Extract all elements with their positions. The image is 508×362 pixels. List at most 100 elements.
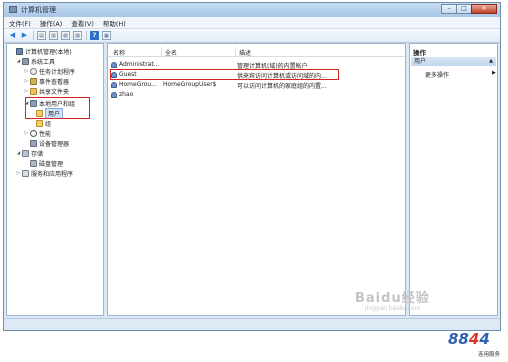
user-row-zhao[interactable]: zhao xyxy=(108,90,405,99)
tree-item-label: 性能 xyxy=(39,131,52,138)
list-header: 名称 全名 描述 xyxy=(108,47,405,57)
column-header-description[interactable]: 描述 xyxy=(239,48,251,57)
toolbar-separator xyxy=(33,31,34,40)
actions-pane: 操作 用户 ▲ 更多操作 ▶ xyxy=(409,43,498,316)
window-controls: – □ ✕ xyxy=(441,4,497,14)
tree-item-label: 磁盘管理 xyxy=(39,161,64,168)
back-arrow-icon[interactable]: ◀ xyxy=(8,31,17,40)
services-icon xyxy=(22,170,29,177)
title-bar[interactable]: 计算机管理 – □ ✕ xyxy=(4,3,500,17)
chevron-right-icon: ▶ xyxy=(492,70,496,76)
help-icon[interactable]: ? xyxy=(90,31,99,40)
console-tree: 计算机管理(本地) ◢ 系统工具 ▷ 任务计划程序 ▷ 事件查看器 ▷ 共享文件… xyxy=(6,43,104,316)
highlight-box xyxy=(110,69,339,80)
highlight-box xyxy=(25,97,90,119)
folder-icon xyxy=(36,120,43,127)
tree-item-label: 系统工具 xyxy=(31,59,56,66)
toolbar-separator xyxy=(86,31,87,40)
export-list-icon[interactable]: ▧ xyxy=(61,31,70,40)
tree-item-label: 存储 xyxy=(31,151,44,158)
tree-item-shared-folders[interactable]: ▷ 共享文件夹 xyxy=(24,87,69,96)
user-icon xyxy=(111,91,117,98)
forward-arrow-icon[interactable]: ▶ xyxy=(20,31,29,40)
more-actions-link[interactable]: 更多操作 ▶ xyxy=(425,70,496,79)
actions-section-users[interactable]: 用户 ▲ xyxy=(411,57,496,66)
more-actions-label: 更多操作 xyxy=(425,72,450,79)
user-icon xyxy=(111,61,117,68)
column-header-fullname[interactable]: 全名 xyxy=(165,48,177,57)
show-hide-tree-icon[interactable]: ▥ xyxy=(49,31,58,40)
storage-icon xyxy=(22,150,29,157)
tree-expander[interactable]: ▷ xyxy=(24,79,29,84)
tree-item-device-manager[interactable]: 设备管理器 xyxy=(30,139,69,148)
clock-icon xyxy=(30,68,37,75)
menu-action[interactable]: 操作(A) xyxy=(40,18,63,28)
tree-item-event-viewer[interactable]: ▷ 事件查看器 xyxy=(24,77,69,86)
tree-item-performance[interactable]: ▷ 性能 xyxy=(24,129,51,138)
performance-icon xyxy=(30,130,37,137)
computer-management-icon xyxy=(9,6,17,13)
up-level-icon[interactable]: ▤ xyxy=(37,31,46,40)
tree-expander[interactable]: ▷ xyxy=(24,69,29,74)
actions-title: 操作 xyxy=(413,49,426,57)
user-name: HomeGrou... xyxy=(119,81,157,88)
minimize-button[interactable]: – xyxy=(441,4,457,14)
logo-digits-tail: 4 xyxy=(479,330,490,348)
tree-expander[interactable]: ▷ xyxy=(24,89,29,94)
maximize-button[interactable]: □ xyxy=(456,4,472,14)
user-name: zhao xyxy=(119,91,134,98)
tree-item-label: 事件查看器 xyxy=(39,79,70,86)
column-separator[interactable] xyxy=(161,47,162,56)
tree-expander[interactable]: ▷ xyxy=(24,131,29,136)
window-title: 计算机管理 xyxy=(21,6,56,14)
tree-expander[interactable]: ▷ xyxy=(16,171,21,176)
user-icon xyxy=(111,81,117,88)
logo-subtitle: 连用服务 xyxy=(478,352,501,358)
tree-item-label: 服务和应用程序 xyxy=(31,171,74,178)
user-name: Administrat... xyxy=(119,61,160,68)
menu-bar: 文件(F) 操作(A) 查看(V) 帮助(H) xyxy=(4,17,500,29)
tree-item-label: 组 xyxy=(45,121,52,128)
properties-icon[interactable]: ▨ xyxy=(73,31,82,40)
tree-item-label: 计算机管理(本地) xyxy=(25,49,72,56)
cell-name: HomeGrou... xyxy=(111,81,161,88)
tree-item-groups[interactable]: 组 xyxy=(36,119,51,128)
watermark-url: jingyan.baidu.com xyxy=(365,305,421,312)
column-header-name[interactable]: 名称 xyxy=(113,48,125,57)
collapse-up-icon[interactable]: ▲ xyxy=(489,57,493,66)
menu-view[interactable]: 查看(V) xyxy=(71,18,94,28)
tree-item-storage[interactable]: ◢ 存储 xyxy=(16,149,43,158)
tree-item-label: 设备管理器 xyxy=(39,141,70,148)
actions-section-label: 用户 xyxy=(414,58,427,65)
user-row-administrator[interactable]: Administrat... 管理计算机(域)的内置帐户 xyxy=(108,60,405,70)
tools-icon xyxy=(22,58,29,65)
user-fullname: HomeGroupUser$ xyxy=(163,81,217,88)
toolbar: ◀ ▶ ▤ ▥ ▧ ▨ ? ▦ xyxy=(4,29,500,43)
tree-item-disk-management[interactable]: 磁盘管理 xyxy=(30,159,63,168)
column-separator[interactable] xyxy=(235,47,236,56)
cell-name: zhao xyxy=(111,91,161,98)
tree-item-label: 共享文件夹 xyxy=(39,89,70,96)
tree-expander[interactable]: ◢ xyxy=(16,59,21,64)
cell-name: Administrat... xyxy=(111,61,161,68)
user-row-homegroup[interactable]: HomeGrou... HomeGroupUser$ 可以访问计算机的家庭组的内… xyxy=(108,80,405,90)
tree-item-task-scheduler[interactable]: ▷ 任务计划程序 xyxy=(24,67,75,76)
close-button[interactable]: ✕ xyxy=(471,4,497,14)
menu-help[interactable]: 帮助(H) xyxy=(103,18,126,28)
tree-item-services-apps[interactable]: ▷ 服务和应用程序 xyxy=(16,169,73,178)
tree-item-computer-management[interactable]: 计算机管理(本地) xyxy=(10,47,72,56)
tree-item-system-tools[interactable]: ◢ 系统工具 xyxy=(16,57,55,66)
computer-icon xyxy=(16,48,23,55)
disk-icon xyxy=(30,160,37,167)
tree-item-label: 任务计划程序 xyxy=(39,69,76,76)
status-bar xyxy=(4,318,500,330)
logo-digits: 88 xyxy=(448,330,469,348)
site-logo: 8844 xyxy=(448,330,490,348)
logo-digits-accent: 4 xyxy=(468,330,480,348)
viewer-icon xyxy=(30,78,37,85)
device-icon xyxy=(30,140,37,147)
action-pane-icon[interactable]: ▦ xyxy=(102,31,111,40)
menu-file[interactable]: 文件(F) xyxy=(9,18,31,28)
tree-expander[interactable]: ◢ xyxy=(16,151,21,156)
baidu-watermark: Baidu经验 xyxy=(355,291,430,306)
